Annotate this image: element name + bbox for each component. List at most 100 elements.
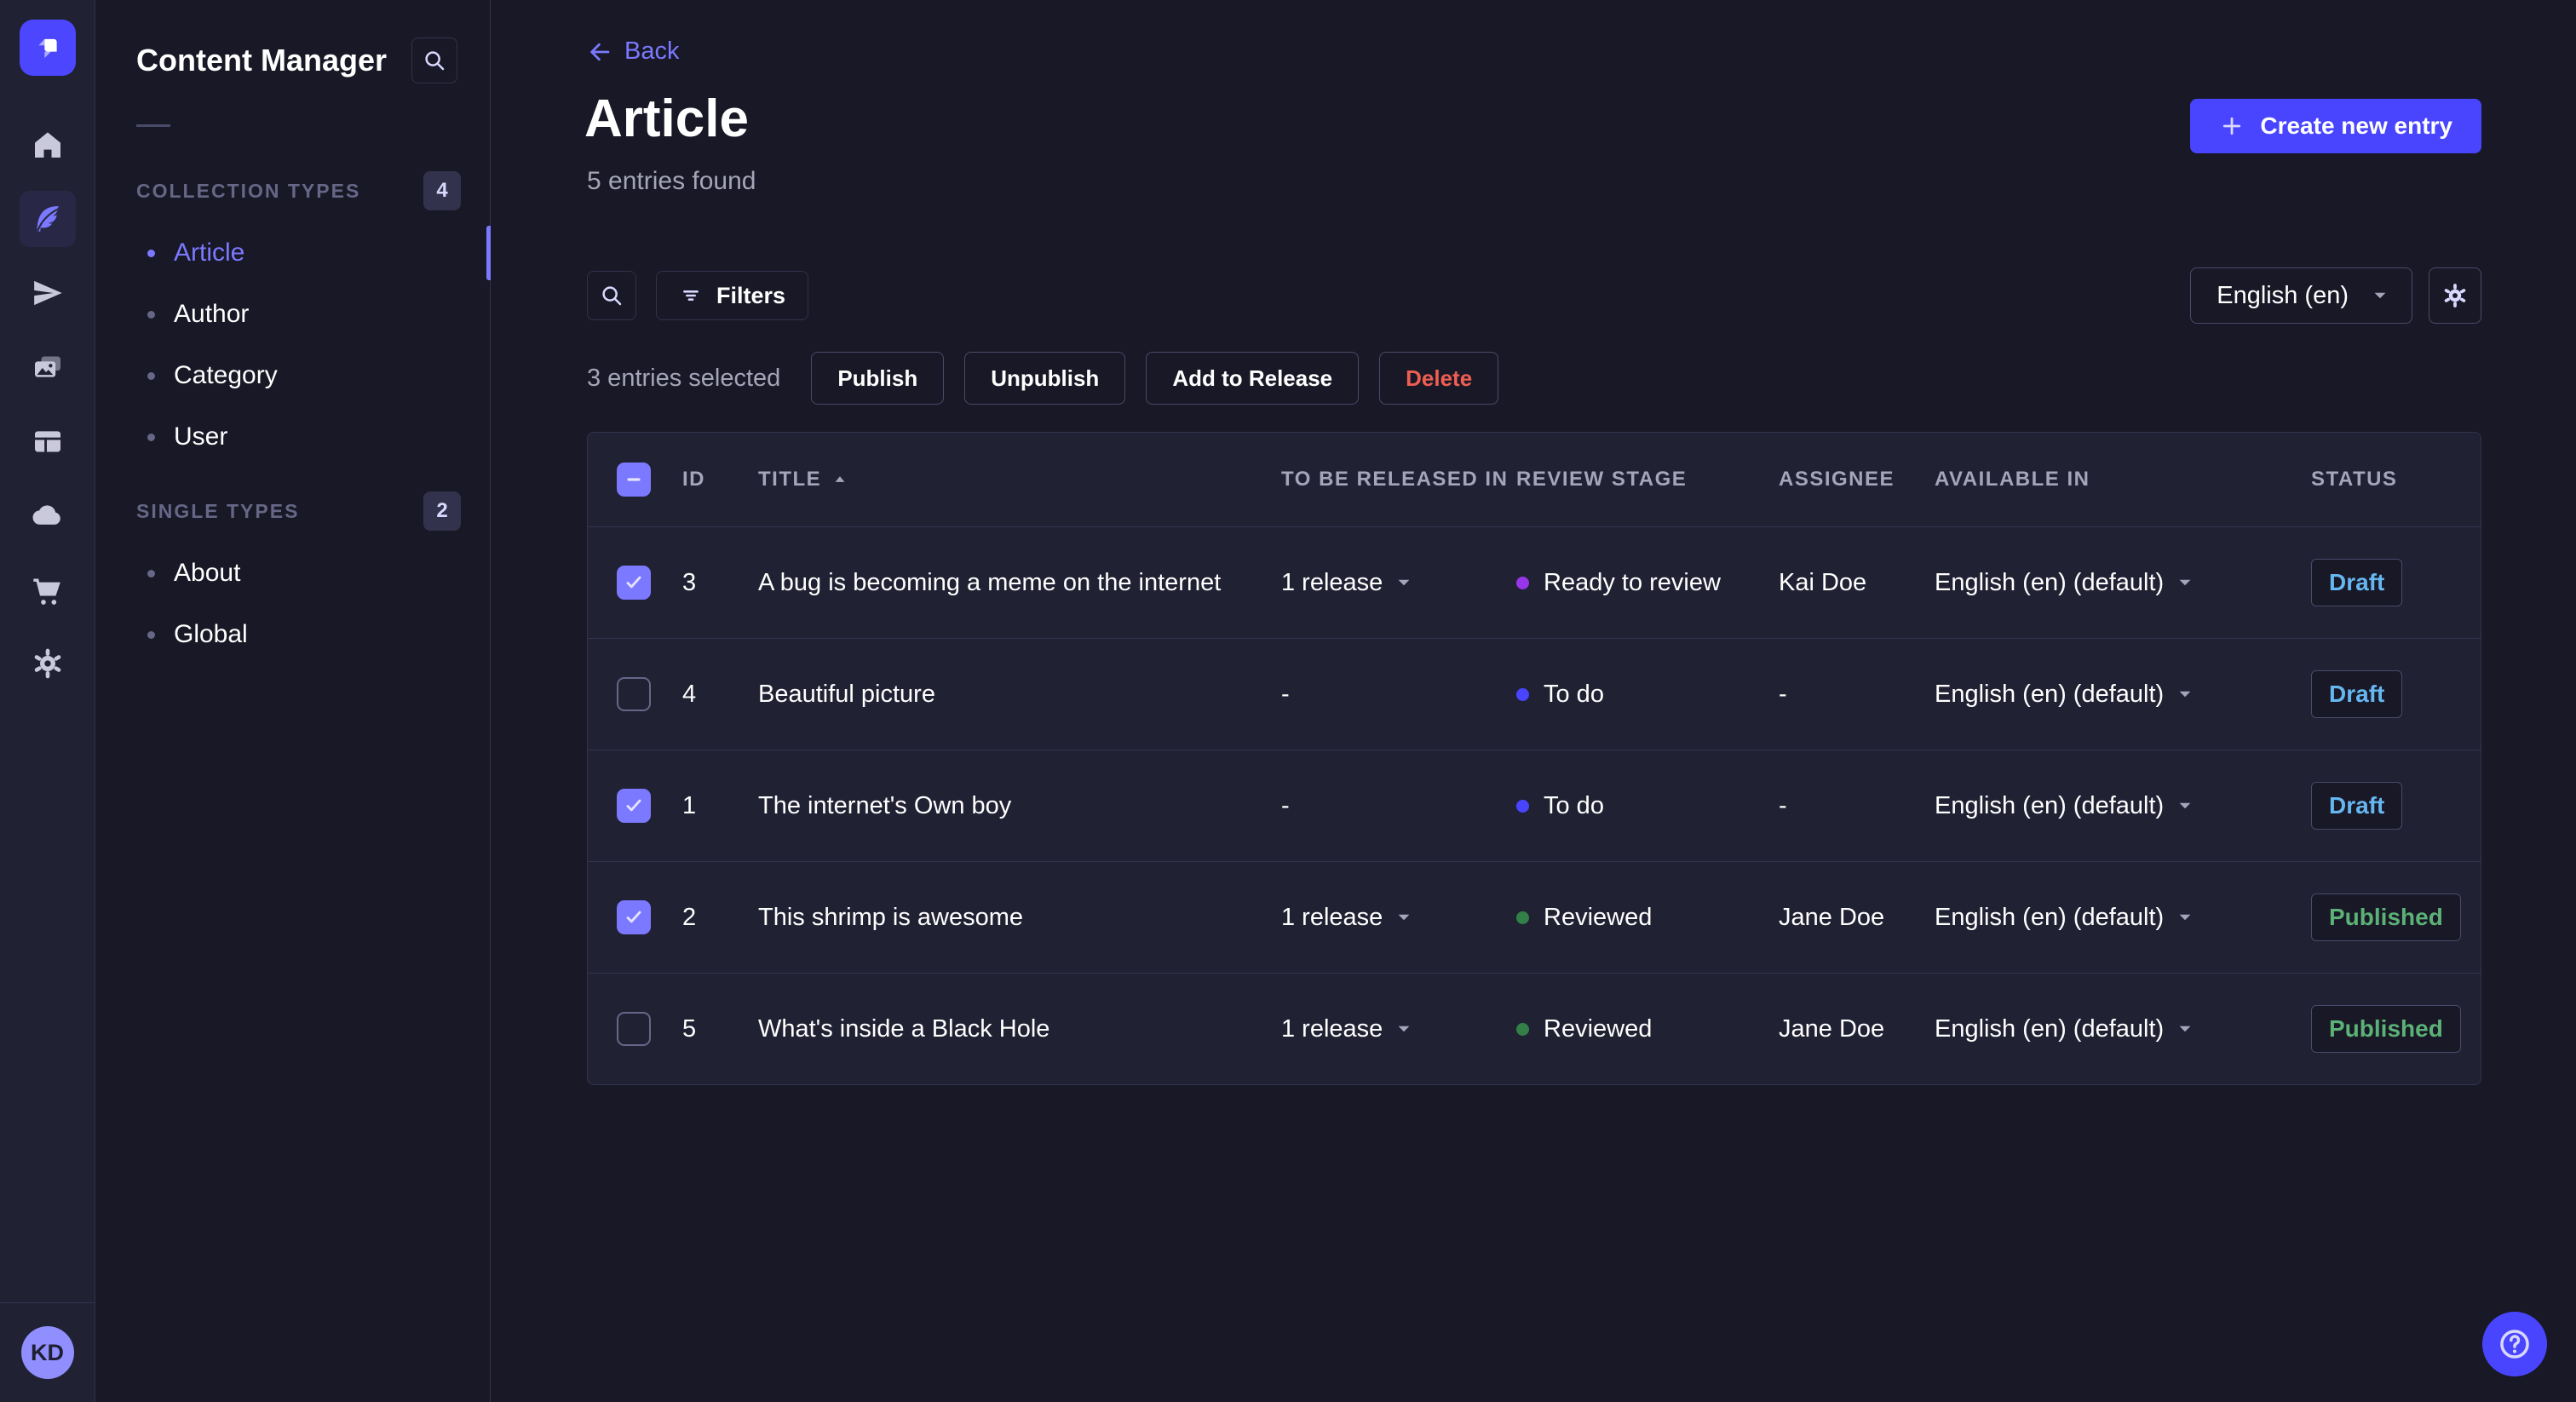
sidebar-item-label: Category xyxy=(174,361,278,389)
cell-available-in[interactable]: English (en) (default) xyxy=(1906,1015,2282,1043)
column-header-to-be-released-in[interactable]: TO BE RELEASED IN xyxy=(1252,468,1507,491)
cell-release[interactable]: - xyxy=(1252,681,1487,709)
chevron-down-icon xyxy=(2179,579,2191,586)
column-header-available-in[interactable]: AVAILABLE IN xyxy=(1906,468,2282,491)
cell-available-in[interactable]: English (en) (default) xyxy=(1906,569,2282,597)
sidebar-item-global[interactable]: Global xyxy=(95,604,490,665)
filter-lines-icon xyxy=(683,290,699,301)
plus-icon xyxy=(2223,117,2241,135)
filters-label: Filters xyxy=(716,282,786,308)
view-settings-button[interactable] xyxy=(2429,267,2481,324)
chevron-down-icon xyxy=(1398,914,1410,921)
layout-icon xyxy=(34,431,60,452)
cell-release[interactable]: 1 release xyxy=(1252,904,1487,932)
column-header-id[interactable]: ID xyxy=(653,468,729,491)
cell-available-in[interactable]: English (en) (default) xyxy=(1906,904,2282,932)
nav-media-library[interactable] xyxy=(20,339,76,395)
create-new-entry-button[interactable]: Create new entry xyxy=(2190,99,2481,153)
entries-count: 5 entries found xyxy=(587,167,756,195)
cell-status: Draft xyxy=(2282,782,2481,830)
row-checkbox[interactable] xyxy=(617,677,651,711)
table-row[interactable]: 5 What's inside a Black Hole 1 release R… xyxy=(588,973,2481,1084)
column-header-review-stage[interactable]: REVIEW STAGE xyxy=(1487,468,1750,491)
nav-item-list xyxy=(19,117,76,710)
unpublish-button[interactable]: Unpublish xyxy=(964,352,1126,405)
nav-settings[interactable] xyxy=(20,635,76,692)
search-icon xyxy=(602,286,622,306)
cell-release[interactable]: 1 release xyxy=(1252,569,1487,597)
cell-status: Draft xyxy=(2282,559,2481,606)
chevron-down-icon xyxy=(1398,1026,1410,1032)
status-badge: Draft xyxy=(2311,782,2403,830)
nav-releases[interactable] xyxy=(20,265,76,321)
bullet-icon xyxy=(147,310,155,319)
user-avatar[interactable]: KD xyxy=(20,1326,74,1379)
collection-types-header: COLLECTION TYPES 4 xyxy=(95,171,490,210)
sidebar-item-user[interactable]: User xyxy=(95,406,490,468)
table-row[interactable]: 3 A bug is becoming a meme on the intern… xyxy=(588,526,2481,638)
table-search-button[interactable] xyxy=(587,271,636,320)
cell-release[interactable]: - xyxy=(1252,792,1487,820)
strapi-logo[interactable] xyxy=(19,20,76,76)
row-checkbox[interactable] xyxy=(617,789,651,823)
row-checkbox[interactable] xyxy=(617,900,651,934)
nav-home[interactable] xyxy=(20,117,76,173)
sidebar-item-article[interactable]: Article xyxy=(95,222,491,284)
cell-id: 1 xyxy=(682,791,697,819)
nav-footer: KD xyxy=(0,1302,95,1402)
sidebar-item-about[interactable]: About xyxy=(95,543,490,604)
shopping-cart-icon xyxy=(32,578,60,605)
sort-ascending-icon xyxy=(835,476,845,482)
table-row[interactable]: 4 Beautiful picture - To do - English (e… xyxy=(588,638,2481,750)
bullet-icon xyxy=(147,569,155,577)
chevron-down-icon xyxy=(2179,691,2191,698)
sidebar-item-label: User xyxy=(174,422,228,451)
sidebar-item-category[interactable]: Category xyxy=(95,345,490,406)
stage-dot-icon xyxy=(1516,911,1529,924)
check-icon xyxy=(626,911,641,923)
row-checkbox[interactable] xyxy=(617,566,651,600)
add-to-release-button[interactable]: Add to Release xyxy=(1146,352,1360,405)
table-row[interactable]: 1 The internet's Own boy - To do - Engli… xyxy=(588,750,2481,861)
content-manager-sidebar: Content Manager COLLECTION TYPES 4 Artic… xyxy=(95,0,491,1402)
sidebar-search-button[interactable] xyxy=(411,37,457,83)
column-header-status[interactable]: STATUS xyxy=(2282,468,2481,491)
column-header-title[interactable]: TITLE xyxy=(729,468,1252,491)
status-badge: Published xyxy=(2311,893,2461,941)
select-all-checkbox[interactable] xyxy=(617,463,651,497)
nav-content-manager[interactable] xyxy=(19,191,76,247)
publish-button[interactable]: Publish xyxy=(811,352,945,405)
entries-table: ID TITLE TO BE RELEASED IN REVIEW STAGE … xyxy=(587,432,2481,1085)
nav-marketplace[interactable] xyxy=(20,561,76,618)
delete-button[interactable]: Delete xyxy=(1379,352,1499,405)
cell-assignee: - xyxy=(1779,680,1787,708)
back-link[interactable]: Back xyxy=(587,37,679,66)
cell-id: 4 xyxy=(682,680,697,708)
locale-select[interactable]: English (en) xyxy=(2190,267,2412,324)
single-types-list: About Global xyxy=(95,543,490,665)
table-row[interactable]: 2 This shrimp is awesome 1 release Revie… xyxy=(588,861,2481,973)
sidebar-item-label: Global xyxy=(174,620,248,648)
filters-button[interactable]: Filters xyxy=(656,271,809,320)
cell-id: 2 xyxy=(682,903,697,931)
chevron-down-icon xyxy=(2179,914,2191,921)
collection-types-label: COLLECTION TYPES xyxy=(136,179,361,202)
sidebar-item-label: Article xyxy=(174,238,245,267)
cell-status: Published xyxy=(2282,1005,2481,1053)
cell-available-in[interactable]: English (en) (default) xyxy=(1906,792,2282,820)
cell-release[interactable]: 1 release xyxy=(1252,1015,1487,1043)
nav-cloud[interactable] xyxy=(20,487,76,543)
help-button[interactable] xyxy=(2482,1312,2547,1376)
cell-title: The internet's Own boy xyxy=(758,791,1012,819)
single-types-label: SINGLE TYPES xyxy=(136,499,300,522)
chevron-down-icon xyxy=(2179,1026,2191,1032)
column-header-assignee[interactable]: ASSIGNEE xyxy=(1750,468,1906,491)
cell-available-in[interactable]: English (en) (default) xyxy=(1906,681,2282,709)
nav-content-type-builder[interactable] xyxy=(20,413,76,469)
gear-icon xyxy=(2444,284,2466,307)
row-checkbox[interactable] xyxy=(617,1012,651,1046)
toolbar: Filters xyxy=(587,271,809,320)
stage-dot-icon xyxy=(1516,799,1529,813)
cell-title: What's inside a Black Hole xyxy=(758,1014,1050,1043)
sidebar-item-author[interactable]: Author xyxy=(95,284,490,345)
